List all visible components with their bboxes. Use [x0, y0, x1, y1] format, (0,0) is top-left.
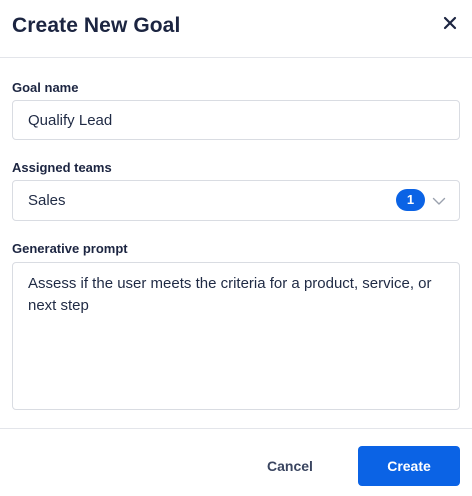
goal-name-label: Goal name	[12, 80, 79, 95]
goal-name-input[interactable]	[12, 100, 460, 140]
generative-prompt-textarea[interactable]: Assess if the user meets the criteria fo…	[12, 262, 460, 410]
generative-prompt-label: Generative prompt	[12, 241, 128, 256]
modal-header: Create New Goal	[0, 0, 472, 58]
cancel-button[interactable]: Cancel	[242, 446, 338, 486]
assigned-teams-value: Sales	[28, 192, 66, 209]
modal-footer: Cancel Create	[0, 428, 472, 496]
assigned-teams-select[interactable]: Sales 1	[12, 180, 460, 221]
modal-title: Create New Goal	[12, 14, 181, 37]
close-icon[interactable]	[443, 16, 457, 30]
create-button[interactable]: Create	[358, 446, 460, 486]
selected-count-badge: 1	[396, 189, 425, 211]
assigned-teams-label: Assigned teams	[12, 160, 112, 175]
chevron-down-icon[interactable]	[432, 194, 446, 208]
create-goal-modal: Create New Goal Goal name Assigned teams…	[0, 0, 472, 496]
